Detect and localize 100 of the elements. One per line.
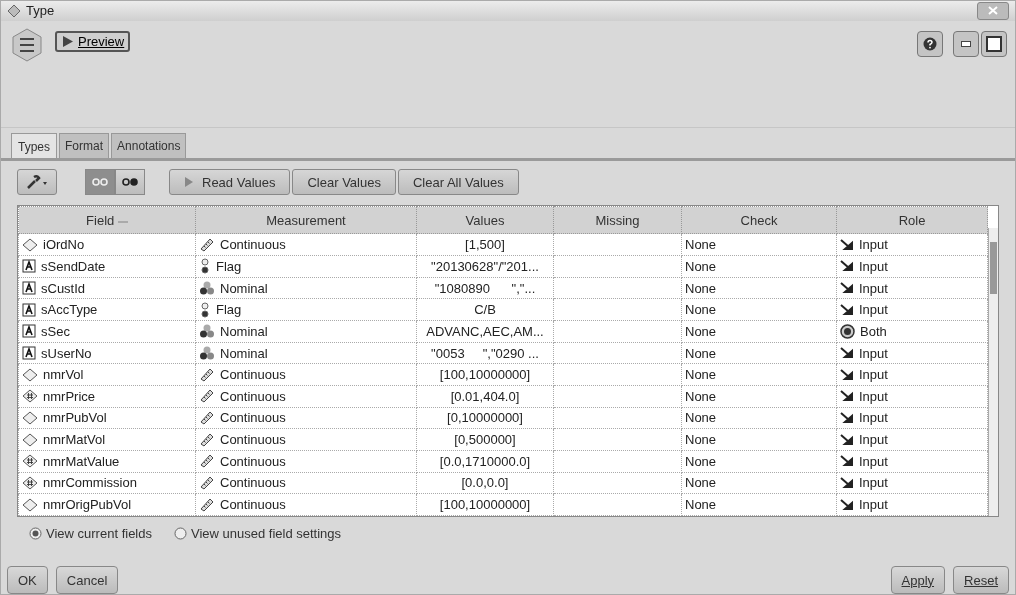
tab[interactable]: Format [59, 133, 110, 159]
three-balls-icon [199, 323, 215, 340]
dialog-button[interactable]: Reset [953, 566, 1009, 594]
arrow-icon [840, 303, 854, 316]
values-cell: [0.0,0.0] [461, 475, 509, 491]
field-name: sAccType [41, 302, 98, 318]
link-icon [91, 178, 109, 187]
measurement-value: Continuous [220, 388, 286, 404]
values-cell: [0,500000] [454, 432, 516, 448]
column-header[interactable]: Check [681, 206, 837, 234]
values-cell: "0053 ","0290 ... [431, 345, 539, 361]
column-header[interactable]: Field [18, 206, 196, 234]
close-button[interactable] [977, 1, 1009, 20]
dialog-button[interactable]: Apply [890, 566, 946, 594]
target-icon [840, 323, 855, 339]
check-value: None [685, 323, 717, 339]
diamond-icon [22, 432, 38, 447]
diamond-icon [22, 410, 38, 425]
role-value: Input [859, 367, 888, 383]
maximize-button[interactable] [981, 30, 1007, 57]
arrow-icon [840, 390, 854, 403]
ruler-icon [199, 474, 215, 491]
field-name: nmrOrigPubVol [43, 497, 132, 513]
read-values-button[interactable]: Read Values [169, 169, 291, 196]
three-balls-icon [199, 280, 215, 297]
measurement-value: Nominal [220, 280, 268, 296]
help-button[interactable] [917, 30, 943, 57]
ruler-icon [199, 453, 215, 470]
link-icon [121, 178, 139, 187]
radio-option[interactable]: View unused field settings [174, 526, 342, 541]
two-dots-icon [199, 301, 211, 318]
measurement-value: Continuous [220, 475, 286, 491]
view-toggle-button[interactable] [115, 169, 145, 196]
field-name: sUserNo [41, 345, 92, 361]
check-value: None [685, 453, 717, 469]
measurement-value: Flag [216, 302, 242, 318]
arrow-icon [840, 455, 854, 468]
view-toggle-button[interactable] [85, 169, 115, 196]
scrollbar[interactable] [988, 228, 998, 516]
arrow-icon [840, 368, 854, 381]
maximize-icon [986, 35, 1002, 52]
measurement-value: Continuous [220, 410, 286, 426]
check-value: None [685, 497, 717, 513]
string-type-icon [22, 346, 36, 360]
measurement-value: Nominal [220, 345, 268, 361]
column-header[interactable]: Role [836, 206, 988, 234]
role-value: Input [859, 497, 888, 513]
check-value: None [685, 280, 717, 296]
clear-button[interactable]: Clear All Values [397, 169, 519, 196]
measurement-value: Continuous [220, 367, 286, 383]
ruler-icon [199, 236, 215, 253]
play-icon [184, 176, 194, 189]
measurement-value: Flag [216, 258, 242, 274]
role-value: Input [859, 258, 888, 274]
tab[interactable]: Annotations [111, 133, 187, 159]
column-header[interactable]: Measurement [195, 206, 417, 234]
column-header[interactable]: Values [416, 206, 554, 234]
tab[interactable]: Types [11, 133, 57, 159]
check-value: None [685, 432, 717, 448]
dialog-button[interactable]: Cancel [55, 566, 119, 594]
ruler-icon [199, 388, 215, 405]
check-value: None [685, 258, 717, 274]
window-title: Type [26, 3, 56, 19]
clear-button[interactable]: Clear Values [292, 169, 396, 196]
arrow-icon [840, 433, 854, 446]
arrow-icon [840, 260, 854, 273]
minimize-button[interactable] [953, 30, 979, 57]
column-header[interactable]: Missing [553, 206, 682, 234]
wrench-menu-button[interactable] [17, 169, 57, 196]
wrench-icon [25, 174, 49, 191]
diamond-icon [22, 367, 38, 382]
diamond-icon [22, 237, 38, 252]
play-icon [61, 34, 75, 48]
values-cell: "1080890 ","... [434, 280, 536, 296]
values-cell: "20130628"/"201... [431, 258, 539, 274]
diamond-hash-icon [22, 389, 38, 404]
radio-option[interactable]: View current fields [29, 526, 152, 541]
values-cell: ADVANC,AEC,AM... [426, 323, 544, 339]
role-value: Input [859, 410, 888, 426]
two-dots-icon [199, 258, 211, 275]
role-value: Input [859, 345, 888, 361]
measurement-value: Continuous [220, 497, 286, 513]
role-value: Both [860, 323, 887, 339]
role-value: Input [859, 302, 888, 318]
measurement-value: Continuous [220, 432, 286, 448]
diamond-hash-icon [22, 475, 38, 490]
check-value: None [685, 475, 717, 491]
ruler-icon [199, 496, 215, 513]
preview-button[interactable]: Preview [55, 30, 131, 52]
check-value: None [685, 410, 717, 426]
values-cell: [100,10000000] [439, 367, 531, 383]
check-value: None [685, 302, 717, 318]
ruler-icon [199, 409, 215, 426]
field-name: nmrMatVol [43, 432, 106, 448]
arrow-icon [840, 411, 854, 424]
arrow-icon [840, 282, 854, 295]
check-value: None [685, 388, 717, 404]
role-value: Input [859, 280, 888, 296]
arrow-icon [840, 347, 854, 359]
dialog-button[interactable]: OK [7, 566, 48, 594]
